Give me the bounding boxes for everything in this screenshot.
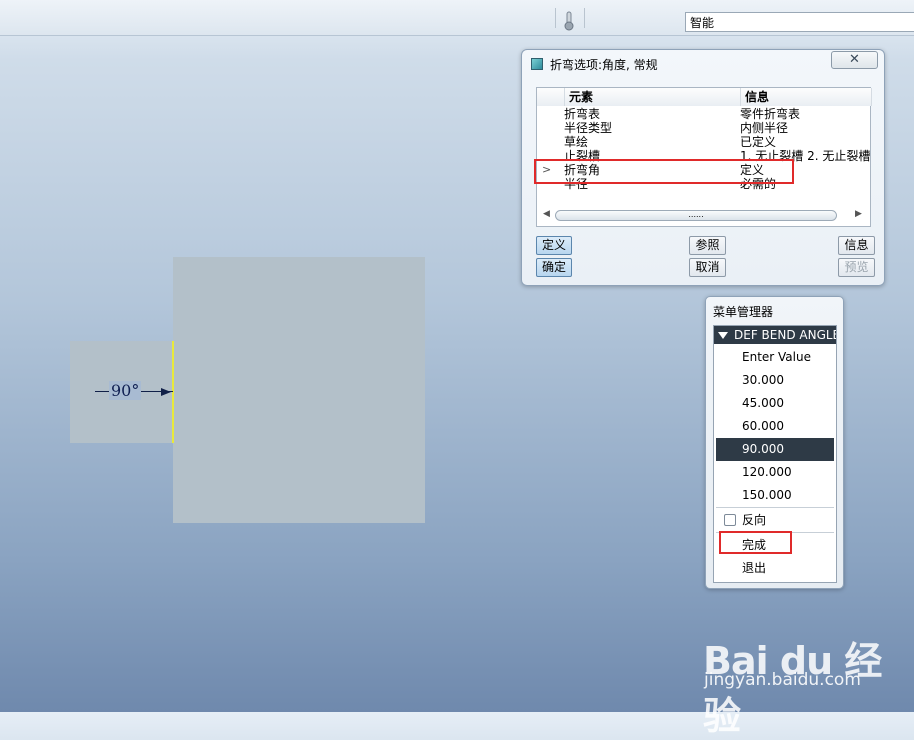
- table-row[interactable]: 折弯表 零件折弯表: [537, 108, 872, 122]
- dialog-app-icon: [531, 58, 543, 70]
- menu-item-angle[interactable]: 60.000: [716, 415, 834, 438]
- row-info: 已定义: [740, 135, 777, 149]
- row-info: 零件折弯表: [740, 107, 801, 121]
- menu-item-angle[interactable]: 45.000: [716, 392, 834, 415]
- row-element: 半径类型: [564, 121, 613, 135]
- define-button[interactable]: 定义: [536, 236, 572, 255]
- row-info: 内侧半径: [740, 121, 789, 135]
- menu-item-enter-value[interactable]: Enter Value: [716, 346, 834, 369]
- scroll-right-icon[interactable]: ▶: [855, 209, 862, 219]
- dialog-title: 折弯选项:角度, 常规: [550, 58, 658, 72]
- table-row[interactable]: 半径类型 内侧半径: [537, 122, 872, 136]
- collapse-triangle-icon: [718, 332, 728, 339]
- ok-button[interactable]: 确定: [536, 258, 572, 277]
- horizontal-scrollbar[interactable]: ◀ ...... ▶: [541, 208, 867, 223]
- toolbar-separator: [584, 8, 585, 28]
- menu-item-angle[interactable]: 120.000: [716, 461, 834, 484]
- flip-checkbox[interactable]: [724, 514, 736, 526]
- table-header-info[interactable]: 信息: [741, 88, 872, 106]
- sheetmetal-base-plate[interactable]: [173, 257, 425, 523]
- close-button[interactable]: ✕: [831, 51, 878, 69]
- thermometer-icon[interactable]: [563, 11, 575, 31]
- close-icon: ✕: [849, 52, 860, 67]
- menu-header[interactable]: DEF BEND ANGLE: [714, 326, 836, 344]
- preview-button[interactable]: 预览: [838, 258, 875, 277]
- cancel-button[interactable]: 取消: [689, 258, 726, 277]
- menu-header-label: DEF BEND ANGLE: [734, 328, 836, 342]
- table-header-element[interactable]: 元素: [565, 88, 741, 106]
- flip-label: 反向: [742, 513, 767, 527]
- menu-item-angle[interactable]: 30.000: [716, 369, 834, 392]
- reference-button[interactable]: 参照: [689, 236, 726, 255]
- highlight-bend-angle-row: [534, 159, 794, 184]
- table-row[interactable]: 草绘 已定义: [537, 136, 872, 150]
- selection-filter-select[interactable]: 智能: [685, 12, 914, 32]
- info-button[interactable]: 信息: [838, 236, 875, 255]
- menu-divider: [716, 507, 834, 508]
- menu-item-flip[interactable]: 反向: [716, 509, 834, 532]
- highlight-done-item: [719, 531, 792, 554]
- menu-item-angle[interactable]: 150.000: [716, 484, 834, 507]
- scroll-thumb[interactable]: ......: [555, 210, 837, 221]
- table-header-marker: [537, 88, 565, 106]
- scroll-left-icon[interactable]: ◀: [543, 209, 550, 219]
- toolbar-separator: [555, 8, 556, 28]
- menu-manager-title: 菜单管理器: [713, 305, 774, 319]
- menu-item-angle-selected[interactable]: 90.000: [716, 438, 834, 461]
- scroll-grip: ......: [688, 210, 704, 219]
- row-element: 折弯表: [564, 107, 601, 121]
- top-toolbar: 智能: [0, 0, 914, 36]
- angle-dimension-arrow: [161, 388, 171, 396]
- element-info-table: 元素 信息 折弯表 零件折弯表 半径类型 内侧半径 草绘 已定义 止裂槽 1. …: [536, 87, 872, 227]
- row-element: 草绘: [564, 135, 589, 149]
- angle-dimension-text[interactable]: 90°: [109, 381, 142, 400]
- menu-item-quit[interactable]: 退出: [716, 557, 834, 580]
- watermark-url: jingyan.baidu.com: [704, 670, 861, 690]
- bend-edge[interactable]: [172, 341, 174, 443]
